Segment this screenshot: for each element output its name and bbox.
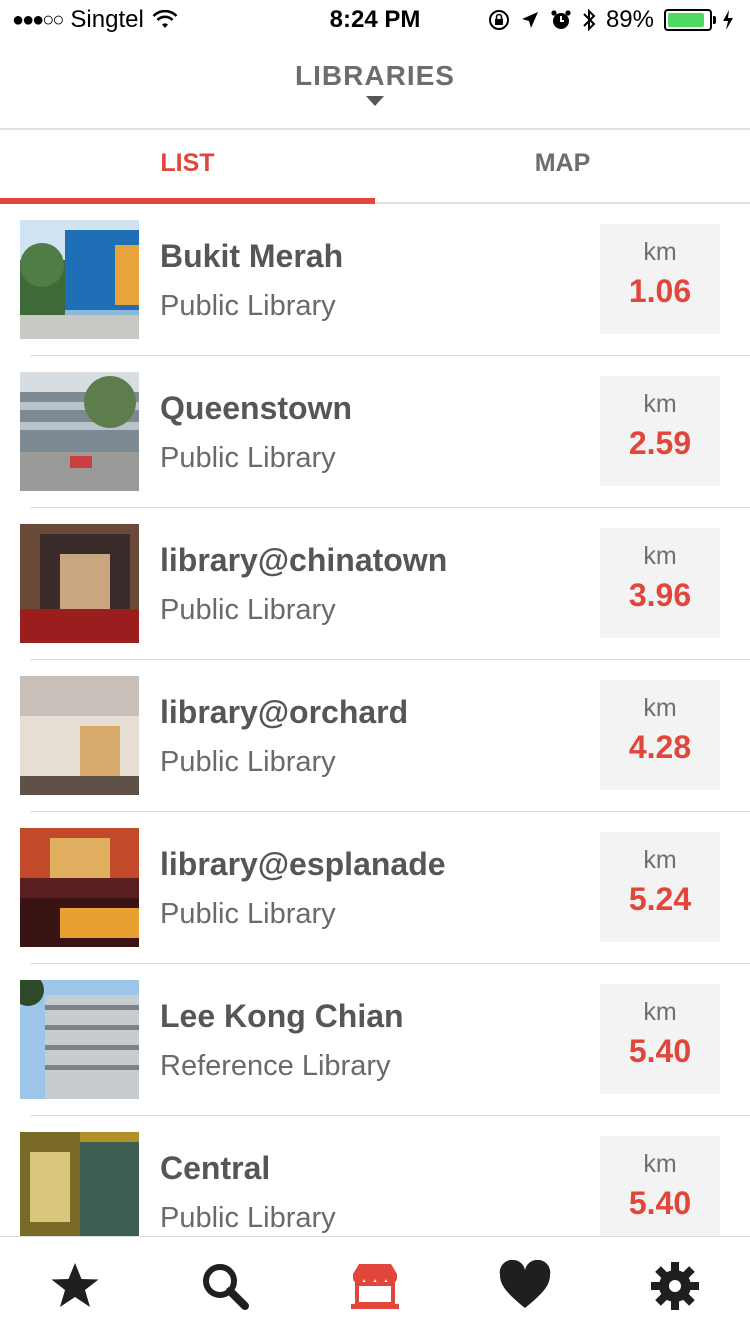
library-type: Public Library: [160, 746, 336, 778]
distance-unit: km: [643, 998, 677, 1026]
library-type: Public Library: [160, 1202, 336, 1234]
distance-value: 1.06: [628, 273, 692, 309]
search-icon[interactable]: [199, 1260, 251, 1312]
library-type: Reference Library: [160, 1050, 391, 1082]
library-thumbnail: [20, 220, 139, 339]
library-thumbnail: [20, 372, 139, 491]
distance-unit: km: [643, 846, 677, 874]
distance-unit: km: [643, 694, 677, 722]
library-type: Public Library: [160, 594, 336, 626]
bluetooth-icon: [583, 8, 596, 32]
library-thumbnail: [20, 676, 139, 795]
library-name: library@orchard: [160, 694, 409, 730]
nav-libraries-button[interactable]: [300, 1237, 450, 1335]
page-title[interactable]: LIBRARIES: [0, 60, 750, 92]
charging-icon: [723, 10, 733, 30]
nav-search-button[interactable]: [150, 1237, 300, 1335]
view-tabs: LIST MAP: [0, 130, 750, 204]
library-name: library@chinatown: [160, 542, 448, 578]
distance-value: 5.24: [628, 881, 692, 917]
distance-unit: km: [643, 390, 677, 418]
status-right: 89%: [488, 6, 734, 34]
battery-icon: [664, 9, 716, 31]
library-type: Public Library: [160, 290, 336, 322]
library-thumbnail: [20, 828, 139, 947]
distance-unit: km: [643, 1150, 677, 1178]
distance-tile: km 5.24: [600, 832, 720, 942]
list-item[interactable]: library@orchard Public Library km 4.28: [0, 660, 750, 812]
location-icon: [521, 12, 538, 28]
distance-tile: km 1.06: [600, 224, 720, 334]
list-item[interactable]: library@chinatown Public Library km 3.96: [0, 508, 750, 660]
distance-tile: km 2.59: [600, 376, 720, 486]
library-name: library@esplanade: [160, 846, 446, 882]
library-name: Lee Kong Chian: [160, 998, 404, 1034]
distance-value: 2.59: [628, 425, 692, 461]
list-item[interactable]: Bukit Merah Public Library km 1.06: [0, 204, 750, 356]
nav-favorites-button[interactable]: [0, 1237, 150, 1335]
alarm-icon: [551, 10, 571, 29]
tab-map[interactable]: MAP: [375, 130, 750, 204]
heart-icon[interactable]: [498, 1260, 552, 1312]
list-item[interactable]: Queenstown Public Library km 2.59: [0, 356, 750, 508]
library-thumbnail: [20, 980, 139, 1099]
library-name: Queenstown: [160, 390, 353, 426]
distance-tile: km 3.96: [600, 528, 720, 638]
list-item[interactable]: library@esplanade Public Library km 5.24: [0, 812, 750, 964]
distance-value: 5.40: [628, 1185, 692, 1221]
distance-unit: km: [643, 238, 677, 266]
nav-header[interactable]: LIBRARIES: [0, 60, 750, 106]
dropdown-caret-icon[interactable]: [366, 96, 384, 106]
list-item[interactable]: Central Public Library km 5.40: [0, 1116, 750, 1236]
library-thumbnail: [20, 524, 139, 643]
distance-tile: km 5.40: [600, 1136, 720, 1236]
library-thumbnail: [20, 1132, 139, 1236]
tab-list[interactable]: LIST: [0, 130, 375, 204]
distance-tile: km 4.28: [600, 680, 720, 790]
distance-value: 3.96: [628, 577, 692, 613]
distance-value: 4.28: [628, 729, 692, 765]
distance-unit: km: [643, 542, 677, 570]
rotation-lock-icon: [488, 10, 509, 30]
library-list[interactable]: Bukit Merah Public Library km 1.06 Queen…: [0, 204, 750, 1236]
list-item[interactable]: Lee Kong Chian Reference Library km 5.40: [0, 964, 750, 1116]
nav-settings-button[interactable]: [600, 1237, 750, 1335]
battery-percent: 89%: [605, 6, 654, 33]
nav-saved-button[interactable]: [450, 1237, 600, 1335]
gear-icon[interactable]: [649, 1260, 701, 1312]
distance-value: 5.40: [628, 1033, 692, 1069]
store-icon[interactable]: [349, 1260, 401, 1312]
library-name: Central: [160, 1150, 271, 1186]
library-type: Public Library: [160, 442, 336, 474]
distance-tile: km 5.40: [600, 984, 720, 1094]
status-bar: ●●●○○ Singtel 8:24 PM 89%: [0, 0, 750, 40]
library-name: Bukit Merah: [160, 238, 344, 274]
bottom-tab-bar: [0, 1236, 750, 1335]
library-type: Public Library: [160, 898, 336, 930]
star-icon[interactable]: [49, 1260, 101, 1312]
battery-fill: [668, 13, 704, 27]
